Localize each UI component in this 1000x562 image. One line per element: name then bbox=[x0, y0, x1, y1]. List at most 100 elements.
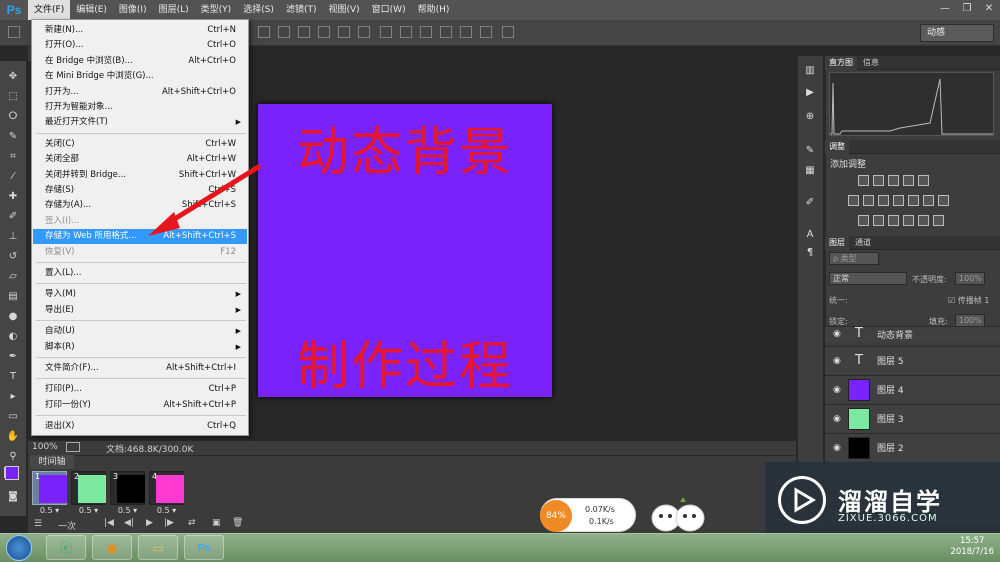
tween-icon[interactable]: ⇄ bbox=[188, 518, 196, 528]
exposure-icon[interactable] bbox=[903, 175, 914, 186]
align-vcenter-icon[interactable] bbox=[278, 26, 290, 38]
file-menu-item[interactable]: 退出(X) Ctrl+Q bbox=[33, 419, 247, 434]
invert-icon[interactable] bbox=[938, 195, 949, 206]
posterize-icon[interactable] bbox=[858, 215, 869, 226]
file-menu-item[interactable]: 在 Mini Bridge 中浏览(G)... bbox=[33, 69, 247, 84]
solid-icon[interactable] bbox=[933, 215, 944, 226]
file-menu-item[interactable]: 打开为... Alt+Shift+Ctrl+O bbox=[33, 85, 247, 100]
file-menu-item[interactable]: 关闭(C) Ctrl+W bbox=[33, 137, 247, 152]
clone-source-icon[interactable]: ⊕ bbox=[802, 110, 818, 124]
menu-view[interactable]: 视图(V) bbox=[322, 0, 365, 20]
align-top-icon[interactable] bbox=[258, 26, 270, 38]
file-menu-item[interactable]: 文件简介(F)... Alt+Shift+Ctrl+I bbox=[33, 361, 247, 376]
menu-window[interactable]: 窗口(W) bbox=[366, 0, 412, 20]
delete-frame-icon[interactable]: 🗑 bbox=[232, 518, 243, 528]
hue-saturation-icon[interactable] bbox=[848, 195, 859, 206]
blur-tool-icon[interactable]: ● bbox=[4, 309, 22, 325]
frame-delay[interactable]: 0.5 ▾ bbox=[71, 506, 106, 515]
distribute-right-icon[interactable] bbox=[480, 26, 492, 38]
mascot-image[interactable] bbox=[650, 494, 706, 534]
pattern-icon[interactable] bbox=[918, 215, 929, 226]
eye-icon[interactable]: ◉ bbox=[833, 385, 841, 395]
color-balance-icon[interactable] bbox=[863, 195, 874, 206]
taskbar-explorer-icon[interactable]: ▭ bbox=[138, 535, 178, 560]
timeline-frame[interactable]: 2 bbox=[71, 471, 106, 505]
file-menu-item[interactable]: 打开(O)... Ctrl+O bbox=[33, 38, 247, 53]
align-hcenter-icon[interactable] bbox=[338, 26, 350, 38]
layer-row[interactable]: ◉ T 动态背景 bbox=[825, 326, 1000, 342]
gradient-tool-icon[interactable]: ▤ bbox=[4, 289, 22, 305]
status-icon[interactable] bbox=[66, 442, 80, 452]
selective-color-icon[interactable] bbox=[903, 215, 914, 226]
curves-icon[interactable] bbox=[888, 175, 899, 186]
tab-layers[interactable]: 图层 bbox=[825, 236, 849, 250]
pen-tool-icon[interactable]: ✒ bbox=[4, 349, 22, 365]
histogram-dock-icon[interactable]: ▥ bbox=[802, 64, 818, 78]
move-tool-icon[interactable]: ✥ bbox=[4, 69, 22, 85]
auto-align-icon[interactable] bbox=[502, 26, 514, 38]
color-lookup-icon[interactable] bbox=[923, 195, 934, 206]
clone-stamp-tool-icon[interactable]: ⊥ bbox=[4, 229, 22, 245]
brush-dock-icon[interactable]: ✐ bbox=[802, 196, 818, 210]
frame-delay[interactable]: 0.5 ▾ bbox=[110, 506, 145, 515]
menu-type[interactable]: 类型(Y) bbox=[195, 0, 238, 20]
tab-histogram[interactable]: 直方图 bbox=[825, 56, 857, 70]
minimize-icon[interactable]: — bbox=[934, 0, 956, 18]
tab-channels[interactable]: 通道 bbox=[851, 236, 875, 250]
layer-filter-select[interactable]: ρ 类型 bbox=[829, 252, 879, 265]
new-frame-icon[interactable]: ▣ bbox=[212, 518, 221, 528]
taskbar-browser-icon[interactable]: ⓔ bbox=[46, 535, 86, 560]
healing-brush-tool-icon[interactable]: ✚ bbox=[4, 189, 22, 205]
brush-tool-icon[interactable]: ✐ bbox=[4, 209, 22, 225]
distribute-left-icon[interactable] bbox=[440, 26, 452, 38]
black-white-icon[interactable] bbox=[878, 195, 889, 206]
distribute-bottom-icon[interactable] bbox=[420, 26, 432, 38]
file-menu-item[interactable]: 自动(U) ▶ bbox=[33, 324, 247, 339]
convert-icon[interactable]: ☰ bbox=[34, 519, 42, 529]
propagate-frame-checkbox[interactable]: ☑ 传播帧 1 bbox=[948, 295, 989, 306]
gradient-map-icon[interactable] bbox=[888, 215, 899, 226]
eraser-tool-icon[interactable]: ▱ bbox=[4, 269, 22, 285]
menu-help[interactable]: 帮助(H) bbox=[412, 0, 456, 20]
quick-mask-icon[interactable]: ◙ bbox=[4, 489, 22, 505]
opacity-input[interactable]: 100% bbox=[955, 272, 985, 285]
eye-icon[interactable]: ◉ bbox=[833, 443, 841, 453]
align-bottom-icon[interactable] bbox=[298, 26, 310, 38]
file-menu-item[interactable]: 置入(L)... bbox=[33, 266, 247, 281]
crop-tool-icon[interactable]: ⌗ bbox=[4, 149, 22, 165]
taskbar-clock[interactable]: 15:57 2018/7/16 bbox=[950, 536, 994, 558]
threshold-icon[interactable] bbox=[873, 215, 884, 226]
file-menu-item[interactable]: 打印(P)... Ctrl+P bbox=[33, 382, 247, 397]
tab-info[interactable]: 信息 bbox=[859, 56, 883, 70]
character-dock-icon[interactable]: A bbox=[802, 228, 818, 242]
file-menu-item[interactable]: 脚本(R) ▶ bbox=[33, 340, 247, 355]
dodge-tool-icon[interactable]: ◐ bbox=[4, 329, 22, 345]
play-icon[interactable]: ▶ bbox=[146, 518, 153, 528]
history-brush-tool-icon[interactable]: ↺ bbox=[4, 249, 22, 265]
next-frame-icon[interactable]: |▶ bbox=[164, 518, 174, 528]
workspace-select[interactable]: 动感 bbox=[920, 24, 994, 42]
zoom-level[interactable]: 100% bbox=[32, 442, 58, 452]
distribute-top-icon[interactable] bbox=[380, 26, 392, 38]
swatches-dock-icon[interactable]: ▦ bbox=[802, 164, 818, 178]
fg-swatch-small[interactable] bbox=[5, 466, 19, 480]
menu-select[interactable]: 选择(S) bbox=[237, 0, 280, 20]
file-menu-item[interactable]: 新建(N)... Ctrl+N bbox=[33, 23, 247, 38]
blend-mode-select[interactable]: 正常 bbox=[829, 272, 907, 285]
channel-mixer-icon[interactable] bbox=[908, 195, 919, 206]
type-tool-icon[interactable]: T bbox=[4, 369, 22, 385]
taskbar-photoshop-icon[interactable]: Ps bbox=[184, 535, 224, 560]
marquee-tool-icon[interactable]: ⬚ bbox=[4, 89, 22, 105]
distribute-hcenter-icon[interactable] bbox=[460, 26, 472, 38]
layer-row[interactable]: ◉ T 图层 5 bbox=[825, 346, 1000, 374]
timeline-frame[interactable]: 1 bbox=[32, 471, 67, 505]
close-icon[interactable]: ✕ bbox=[978, 0, 1000, 18]
file-menu-item[interactable]: 在 Bridge 中浏览(B)... Alt+Ctrl+O bbox=[33, 54, 247, 69]
timeline-tab[interactable]: 时间轴 bbox=[30, 455, 74, 469]
menu-filter[interactable]: 滤镜(T) bbox=[280, 0, 323, 20]
align-left-icon[interactable] bbox=[318, 26, 330, 38]
zoom-tool-icon[interactable]: ⚲ bbox=[4, 449, 22, 465]
eye-icon[interactable]: ◉ bbox=[833, 356, 841, 366]
eyedropper-tool-icon[interactable]: ⁄ bbox=[4, 169, 22, 185]
file-menu-item[interactable]: 打印一份(Y) Alt+Shift+Ctrl+P bbox=[33, 398, 247, 413]
